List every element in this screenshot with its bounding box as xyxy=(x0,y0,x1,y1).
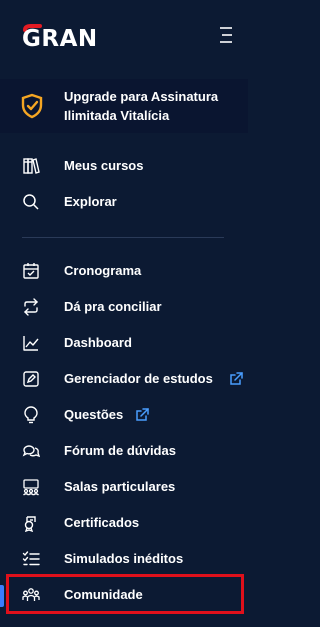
nav-item-forum-de-duvidas[interactable]: Fórum de dúvidas xyxy=(0,433,253,469)
nav-item-label: Explorar xyxy=(64,194,117,209)
header: GRAN xyxy=(0,0,253,70)
search-icon xyxy=(22,193,40,211)
chart-line-icon xyxy=(22,334,40,352)
nav-item-label: Certificados xyxy=(64,515,140,530)
edit-icon xyxy=(22,370,40,388)
nav-item-gerenciador-de-estudos[interactable]: Gerenciador de estudos xyxy=(0,361,253,397)
nav-item-label: Cronograma xyxy=(64,263,142,278)
hamburger-icon xyxy=(220,27,232,43)
nav-item-label: Questões xyxy=(64,407,124,422)
nav-item-label: Meus cursos xyxy=(64,158,144,173)
hamburger-menu-button[interactable] xyxy=(213,25,237,45)
arrows-icon xyxy=(22,298,40,316)
svg-text:GRAN: GRAN xyxy=(22,26,98,49)
nav-item-questoes[interactable]: Questões xyxy=(0,397,253,433)
chat-icon xyxy=(22,442,40,460)
nav-item-salas-particulares[interactable]: Salas particulares xyxy=(0,469,253,505)
nav-item-simulados-ineditos[interactable]: Simulados inéditos xyxy=(0,541,253,577)
highlight-box xyxy=(6,574,244,614)
books-icon xyxy=(22,157,40,175)
nav-item-label: Gerenciador de estudos xyxy=(64,371,213,386)
nav-item-meus-cursos[interactable]: Meus cursos xyxy=(0,148,253,184)
gran-logo-icon: GRAN xyxy=(22,24,98,49)
nav-item-label: Fórum de dúvidas xyxy=(64,443,176,458)
nav-item-cronograma[interactable]: Cronograma xyxy=(0,253,253,289)
gran-logo[interactable]: GRAN xyxy=(22,23,114,49)
calendar-icon xyxy=(22,262,40,280)
upgrade-label: Upgrade para Assinatura Ilimitada Vitalí… xyxy=(64,89,219,123)
nav-item-label: Dá pra conciliar xyxy=(64,299,162,314)
upgrade-banner[interactable]: Upgrade para Assinatura Ilimitada Vitalí… xyxy=(0,79,248,133)
certificate-icon xyxy=(22,514,40,532)
nav-item-label: Dashboard xyxy=(64,335,132,350)
lightbulb-icon xyxy=(22,406,40,424)
nav-item-da-pra-conciliar[interactable]: Dá pra conciliar xyxy=(0,289,253,325)
nav-item-label: Salas particulares xyxy=(64,479,176,494)
shield-check-icon xyxy=(20,93,44,119)
nav-item-dashboard[interactable]: Dashboard xyxy=(0,325,253,361)
nav-item-explorar[interactable]: Explorar xyxy=(0,184,253,220)
divider xyxy=(22,237,224,238)
group-icon xyxy=(22,478,40,496)
external-link-icon xyxy=(229,372,243,386)
nav-item-certificados[interactable]: Certificados xyxy=(0,505,253,541)
checklist-icon xyxy=(22,550,40,568)
nav-item-label: Simulados inéditos xyxy=(64,551,184,566)
external-link-icon xyxy=(135,408,149,422)
